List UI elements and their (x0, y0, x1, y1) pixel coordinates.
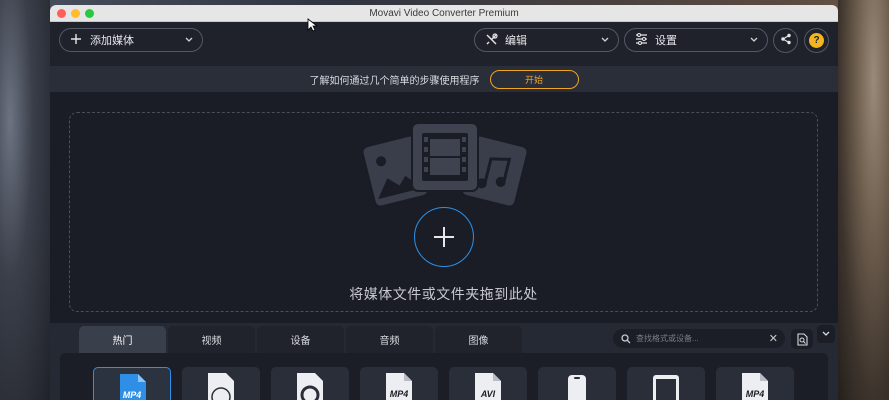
settings-button[interactable]: 设置 (624, 28, 768, 52)
phone-icon (568, 375, 586, 400)
tab-audio[interactable]: 音频 (346, 326, 433, 353)
drop-zone-text: 将媒体文件或文件夹拖到此处 (349, 286, 538, 302)
clear-search-icon[interactable]: ✕ (769, 332, 778, 345)
disc-icon (208, 373, 234, 400)
tab-images[interactable]: 图像 (435, 326, 522, 353)
toolbar: 添加媒体 编辑 设置 ? (50, 22, 838, 66)
format-label: AVI (480, 389, 496, 399)
share-button[interactable] (773, 28, 798, 53)
chevron-down-icon (601, 36, 609, 45)
document-search-icon (796, 332, 808, 346)
onboarding-banner: 了解如何通过几个简单的步骤使用程序 开始 (50, 66, 838, 92)
plus-icon (434, 227, 454, 247)
share-icon (780, 33, 792, 48)
format-label: MP4 (389, 389, 409, 399)
desktop-background-right (838, 0, 889, 400)
format-label: MP4 (745, 389, 765, 399)
chevron-down-icon (185, 36, 193, 45)
format-tile-ipad[interactable] (627, 367, 705, 400)
tools-icon (484, 32, 498, 48)
format-search: ✕ (613, 329, 785, 348)
help-icon: ? (809, 33, 824, 48)
tab-popular[interactable]: 热门 (79, 326, 166, 353)
collapse-panel-button[interactable] (817, 325, 835, 343)
drop-zone[interactable]: 将媒体文件或文件夹拖到此处 (69, 112, 818, 312)
window-title: Movavi Video Converter Premium (369, 7, 519, 19)
edit-label: 编辑 (505, 35, 527, 47)
start-button[interactable]: 开始 (489, 69, 579, 89)
desktop-background-left (0, 0, 50, 400)
format-tile-disc[interactable] (182, 367, 260, 400)
chevron-down-icon (750, 36, 758, 45)
format-panel: 热门 视频 设备 音频 图像 ✕ MP4 (50, 323, 838, 400)
add-media-label: 添加媒体 (90, 35, 134, 47)
add-files-button[interactable] (414, 207, 474, 267)
search-icon (621, 333, 631, 343)
add-media-button[interactable]: 添加媒体 (59, 28, 203, 52)
format-label: MP4 (122, 390, 142, 400)
quicktime-icon (297, 373, 323, 400)
settings-label: 设置 (655, 35, 677, 47)
format-tile-quicktime[interactable] (271, 367, 349, 400)
sliders-icon (634, 33, 648, 47)
edit-button[interactable]: 编辑 (474, 28, 619, 52)
mouse-cursor-icon (307, 18, 317, 32)
help-button[interactable]: ? (804, 28, 829, 53)
chevron-down-icon (822, 331, 830, 336)
search-input[interactable] (636, 334, 766, 343)
format-tabs: 热门 视频 设备 音频 图像 (79, 326, 522, 353)
plus-icon (69, 33, 83, 47)
main-area: 将媒体文件或文件夹拖到此处 (50, 92, 838, 342)
format-tile-mp4[interactable]: MP4 (93, 367, 171, 400)
format-tile-avi[interactable]: AVI (449, 367, 527, 400)
tab-devices[interactable]: 设备 (257, 326, 344, 353)
format-tile-mp4-2[interactable]: MP4 (360, 367, 438, 400)
tab-video[interactable]: 视频 (168, 326, 255, 353)
app-window: Movavi Video Converter Premium 添加媒体 编辑 设… (50, 5, 838, 400)
format-list: MP4 MP4 AVI MP4 (60, 353, 828, 400)
format-tile-iphone[interactable] (538, 367, 616, 400)
banner-text: 了解如何通过几个简单的步骤使用程序 (309, 75, 480, 87)
media-files-icon (361, 122, 529, 208)
title-bar[interactable]: Movavi Video Converter Premium (50, 5, 838, 22)
format-info-button[interactable] (791, 329, 813, 349)
ipad-icon (653, 375, 679, 400)
format-tile-mp4-3[interactable]: MP4 (716, 367, 794, 400)
